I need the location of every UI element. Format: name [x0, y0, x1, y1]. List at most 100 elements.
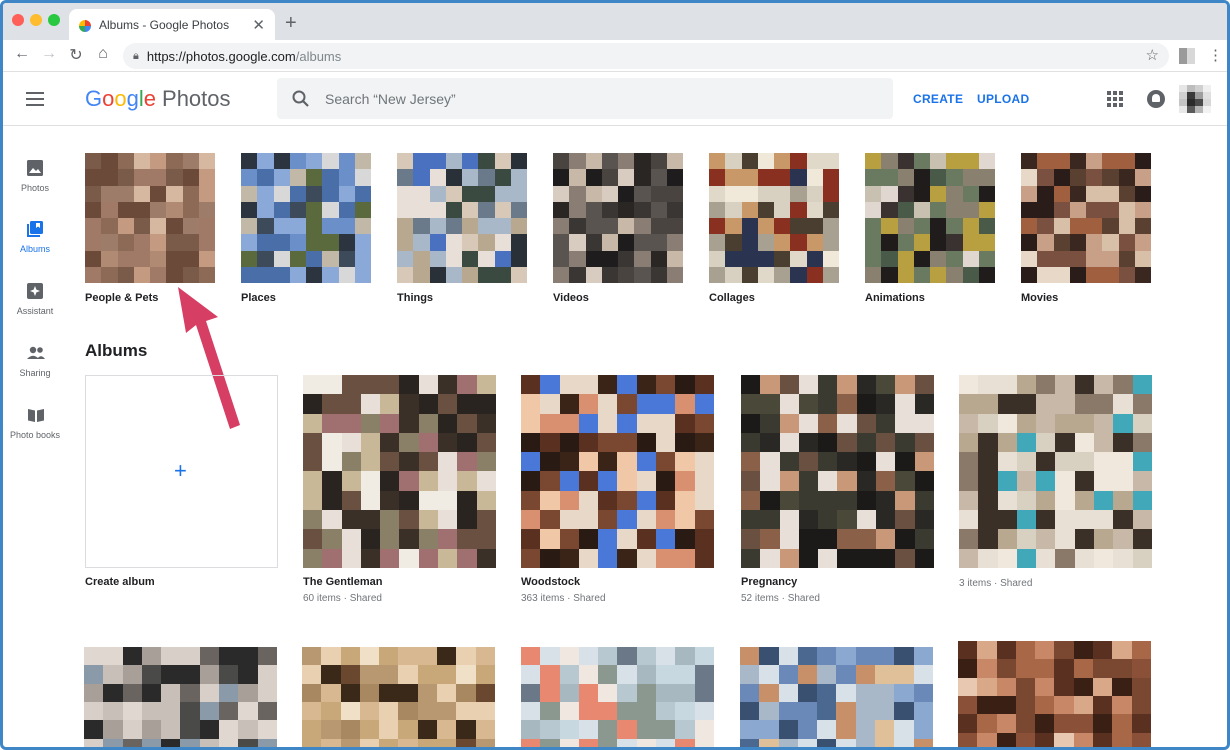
mosaic-cell: [1118, 266, 1135, 283]
mosaic-cell: [1016, 452, 1037, 472]
mosaic-cell: [413, 153, 430, 170]
album-card-pregnancy[interactable]: Pregnancy 52 items · Shared: [741, 375, 934, 604]
mosaic-cell: [760, 490, 780, 511]
mosaic-cell: [1015, 714, 1036, 733]
forward-arrow-icon[interactable]: →: [38, 45, 60, 63]
mosaic-cell: [598, 738, 618, 747]
mosaic-cell: [238, 665, 258, 684]
create-album-button[interactable]: +: [85, 375, 278, 568]
mosaic-cell: [302, 647, 322, 666]
category-thumbnail: [1021, 153, 1151, 283]
close-tab-icon[interactable]: ✕: [252, 16, 265, 34]
album-card-the-gentleman[interactable]: The Gentleman 60 items · Shared: [303, 375, 496, 604]
browser-tab[interactable]: Albums - Google Photos ✕: [69, 9, 275, 40]
address-bar[interactable]: 🔒︎ https://photos.google.com/albums ☆: [123, 43, 1169, 69]
mosaic-cell: [656, 471, 676, 491]
mosaic-cell: [438, 510, 458, 530]
mosaic-cell: [617, 665, 637, 684]
mosaic-cell: [617, 647, 637, 666]
mosaic-cell: [257, 185, 274, 202]
mosaic-cell: [133, 218, 150, 235]
mosaic-cell: [85, 218, 102, 235]
category-tile-videos[interactable]: Videos: [553, 153, 683, 304]
mosaic-cell: [598, 375, 618, 395]
mosaic-cell: [634, 169, 651, 186]
mosaic-cell: [875, 665, 895, 684]
category-tile-people-pets[interactable]: People & Pets: [85, 153, 215, 304]
mosaic-cell: [306, 218, 323, 235]
mosaic-cell: [117, 234, 134, 251]
mosaic-cell: [1073, 696, 1094, 715]
mosaic-cell: [1037, 266, 1054, 283]
create-button[interactable]: CREATE: [913, 92, 963, 106]
notifications-icon[interactable]: [1147, 90, 1165, 108]
mosaic-cell: [897, 234, 914, 251]
mosaic-cell: [418, 529, 439, 549]
album-card-untitled[interactable]: 3 items · Shared: [959, 375, 1152, 589]
mosaic-cell: [757, 169, 774, 186]
create-album-label[interactable]: Create album: [85, 576, 155, 588]
mosaic-cell: [760, 413, 780, 433]
search-icon[interactable]: [291, 89, 311, 109]
album-card[interactable]: [521, 647, 714, 747]
mosaic-cell: [521, 647, 541, 666]
mosaic-cell: [636, 490, 657, 511]
mosaic-cell: [322, 510, 342, 530]
category-tile-movies[interactable]: Movies: [1021, 153, 1151, 304]
mosaic-cell: [759, 702, 779, 721]
mosaic-cell: [429, 266, 446, 283]
mosaic-cell: [778, 647, 798, 666]
close-window-button[interactable]: [12, 14, 24, 26]
sidebar-item-photo-books[interactable]: Photo books: [3, 406, 67, 440]
bookmark-star-icon[interactable]: ☆: [1146, 46, 1159, 64]
browser-profile-avatar[interactable]: [1179, 48, 1195, 64]
mosaic-cell: [418, 394, 439, 414]
upload-button[interactable]: UPLOAD: [977, 92, 1029, 106]
mosaic-cell: [133, 169, 150, 186]
album-card[interactable]: [740, 647, 933, 747]
category-tile-animations[interactable]: Animations: [865, 153, 995, 304]
mosaic-cell: [273, 234, 290, 251]
sidebar-item-assistant[interactable]: Assistant: [3, 282, 67, 316]
mosaic-cell: [1074, 510, 1095, 530]
sidebar-item-sharing[interactable]: Sharing: [3, 344, 67, 378]
mosaic-cell: [837, 375, 857, 395]
mosaic-cell: [198, 201, 215, 218]
google-photos-logo[interactable]: Google Photos: [85, 86, 231, 112]
sidebar-item-albums[interactable]: Albums: [3, 220, 67, 254]
google-apps-icon[interactable]: [1107, 91, 1123, 107]
mosaic-cell: [321, 720, 341, 739]
category-tile-collages[interactable]: Collages: [709, 153, 839, 304]
mosaic-cell: [1054, 732, 1074, 747]
browser-menu-icon[interactable]: ⋮: [1208, 46, 1223, 64]
mosaic-cell: [598, 394, 618, 414]
album-card-woodstock[interactable]: Woodstock 363 items · Shared: [521, 375, 714, 604]
album-card[interactable]: [84, 647, 277, 747]
category-tile-things[interactable]: Things: [397, 153, 527, 304]
mosaic-cell: [806, 250, 823, 267]
mosaic-cell: [578, 683, 599, 702]
album-card[interactable]: [958, 641, 1151, 747]
mosaic-cell: [1055, 394, 1075, 414]
mosaic-cell: [418, 548, 439, 568]
mosaic-cell: [289, 266, 306, 283]
sidebar-item-photos[interactable]: Photos: [3, 159, 67, 193]
maximize-window-button[interactable]: [48, 14, 60, 26]
mosaic-cell: [913, 738, 933, 747]
home-icon[interactable]: ⌂: [92, 45, 114, 63]
category-tile-places[interactable]: Places: [241, 153, 371, 304]
mosaic-cell: [634, 218, 651, 235]
search-bar[interactable]: [277, 78, 893, 119]
account-avatar[interactable]: [1179, 85, 1211, 113]
mosaic-cell: [303, 529, 323, 549]
main-menu-icon[interactable]: [26, 92, 44, 106]
back-arrow-icon[interactable]: ←: [11, 45, 33, 63]
new-tab-button[interactable]: +: [285, 12, 297, 35]
mosaic-cell: [359, 702, 380, 721]
mosaic-cell: [876, 490, 896, 511]
minimize-window-button[interactable]: [30, 14, 42, 26]
reload-icon[interactable]: ↻: [65, 45, 87, 65]
album-card[interactable]: [302, 647, 495, 747]
mosaic-cell: [1053, 153, 1070, 170]
search-input[interactable]: [325, 90, 865, 107]
